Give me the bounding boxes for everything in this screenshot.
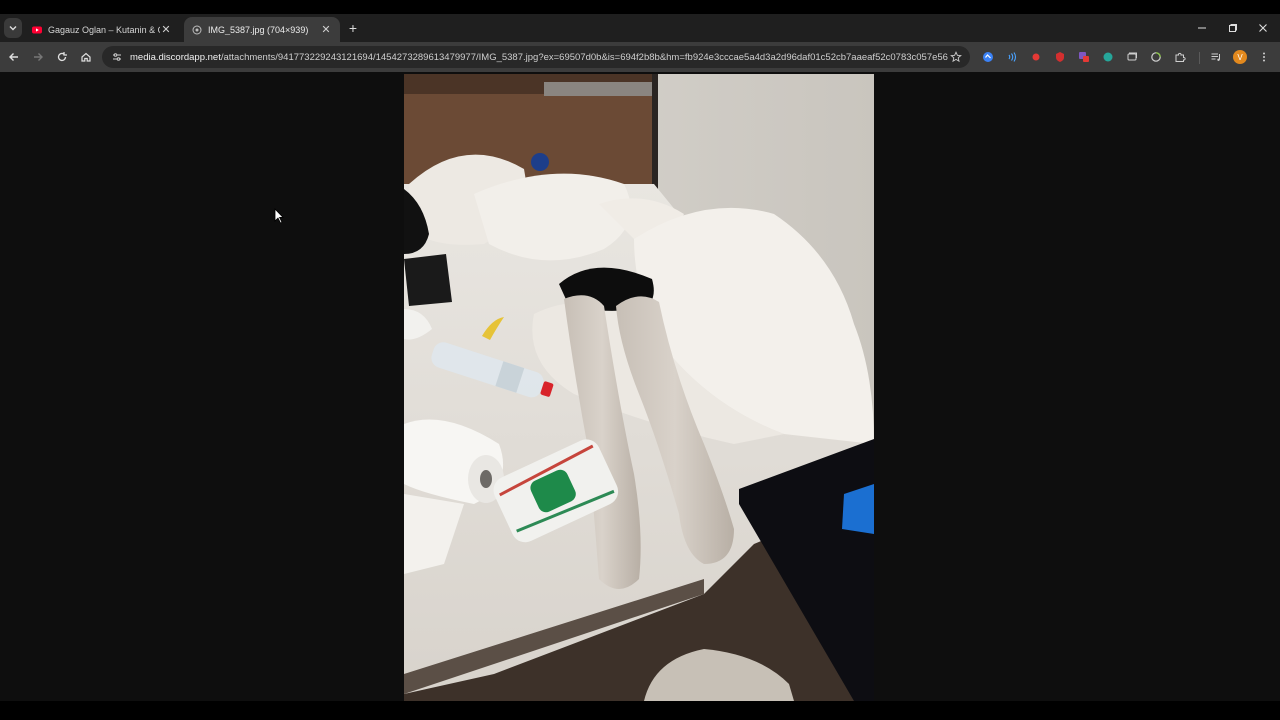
- tab-youtube[interactable]: Gagauz Oglan – Kutanin & Olga ✕: [24, 17, 180, 42]
- extension-3-button[interactable]: [1029, 50, 1043, 64]
- letterbox-bottom: [0, 701, 1280, 720]
- url-path: /attachments/941773229243121694/14542732…: [220, 51, 948, 63]
- extension-4-button[interactable]: [1053, 50, 1067, 64]
- back-button[interactable]: [6, 49, 22, 65]
- displayed-image[interactable]: [404, 74, 874, 701]
- url-text[interactable]: media.discordapp.net/attachments/9417732…: [130, 52, 948, 63]
- address-bar[interactable]: media.discordapp.net/attachments/9417732…: [102, 46, 970, 68]
- minimize-button[interactable]: [1194, 20, 1210, 36]
- close-tab-icon[interactable]: ✕: [160, 24, 172, 36]
- tab-strip: Gagauz Oglan – Kutanin & Olga ✕ IMG_5387…: [0, 14, 1280, 42]
- youtube-icon: [32, 26, 42, 33]
- arrow-left-icon: [9, 53, 18, 61]
- extension-5-button[interactable]: [1077, 50, 1091, 64]
- home-button[interactable]: [78, 49, 94, 65]
- window-stack-icon: [1127, 52, 1137, 61]
- restore-icon: [1229, 24, 1237, 32]
- mouse-cursor-icon: [274, 208, 284, 224]
- reload-button[interactable]: [54, 49, 70, 65]
- close-tab-icon[interactable]: ✕: [320, 24, 332, 36]
- home-icon: [81, 52, 91, 62]
- red-shield-icon: [1056, 52, 1064, 62]
- close-icon: [1259, 24, 1267, 32]
- close-window-button[interactable]: [1255, 20, 1271, 36]
- sound-waves-icon: [1008, 52, 1017, 62]
- translate-icon: [1079, 52, 1089, 62]
- bookmark-button[interactable]: [948, 49, 964, 65]
- new-tab-button[interactable]: +: [345, 20, 361, 36]
- extension-blue-icon: [983, 52, 993, 62]
- green-circle-icon: [1103, 52, 1113, 62]
- tab-image[interactable]: IMG_5387.jpg (704×939) ✕: [184, 17, 340, 42]
- browser-menu-button[interactable]: [1257, 50, 1271, 64]
- reload-icon: [57, 52, 67, 62]
- extension-8-button[interactable]: [1149, 50, 1163, 64]
- image-icon: [192, 25, 202, 34]
- site-info-button[interactable]: [110, 50, 124, 64]
- extension-1-button[interactable]: [981, 50, 995, 64]
- tab-title: Gagauz Oglan – Kutanin & Olga: [48, 24, 160, 35]
- url-host: media.discordapp.net: [130, 51, 221, 63]
- star-icon: [950, 51, 962, 63]
- extensions-menu-button[interactable]: [1173, 50, 1187, 64]
- reading-list-button[interactable]: [1209, 50, 1223, 64]
- tune-icon: [113, 53, 121, 61]
- arrow-right-icon: [34, 53, 43, 61]
- queue-music-icon: [1211, 53, 1220, 61]
- tab-title: IMG_5387.jpg (704×939): [208, 24, 309, 35]
- toolbar-divider: [1199, 52, 1200, 64]
- browser-toolbar: media.discordapp.net/attachments/9417732…: [0, 42, 1280, 72]
- forward-button[interactable]: [30, 49, 46, 65]
- red-dot-icon: [1032, 53, 1040, 61]
- extension-6-button[interactable]: [1101, 50, 1115, 64]
- extension-7-button[interactable]: [1125, 50, 1139, 64]
- extension-2-button[interactable]: [1005, 50, 1019, 64]
- minimize-icon: [1198, 27, 1206, 29]
- chevron-down-icon: [9, 26, 17, 31]
- restore-button[interactable]: [1225, 20, 1241, 36]
- loading-ring-icon: [1151, 52, 1161, 62]
- letterbox-top: [0, 0, 1280, 14]
- more-vertical-icon: [1263, 52, 1265, 62]
- image-viewer: [0, 72, 1280, 701]
- tab-search-button[interactable]: [4, 18, 22, 38]
- profile-avatar[interactable]: V: [1233, 50, 1247, 64]
- puzzle-icon: [1175, 52, 1186, 62]
- bedroom-photo-illustration: [404, 74, 874, 701]
